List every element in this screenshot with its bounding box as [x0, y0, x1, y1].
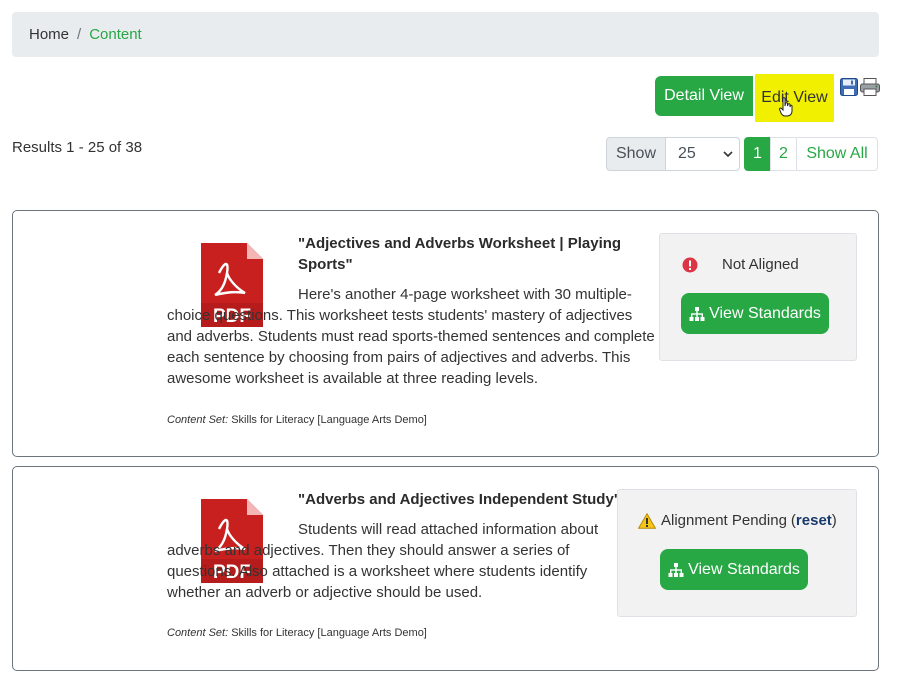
view-standards-button[interactable]: View Standards [660, 549, 808, 590]
alignment-panel: Alignment Pending (reset) View Standards [617, 489, 857, 617]
item-description: Here's another 4-page worksheet with 30 … [167, 286, 655, 387]
status-text: Not Aligned [722, 256, 799, 273]
status-text: Alignment Pending [661, 512, 787, 529]
error-icon [682, 257, 698, 272]
print-icon[interactable] [860, 78, 880, 96]
item-title[interactable]: "Adverbs and Adjectives Independent Stud… [298, 489, 628, 510]
content-card: PDF "Adverbs and Adjectives Independent … [12, 466, 879, 671]
sitemap-icon [668, 562, 684, 577]
page-size-group: Show 25 [606, 137, 740, 171]
pagination: 1 2 Show All [744, 137, 878, 171]
warning-icon [638, 512, 656, 529]
alignment-panel: Not Aligned View Standards [659, 233, 857, 361]
breadcrumb-current: Content [89, 26, 142, 43]
show-label: Show [606, 137, 666, 171]
page-2-button[interactable]: 2 [770, 137, 797, 171]
breadcrumb-home[interactable]: Home [29, 26, 69, 43]
detail-view-button[interactable]: Detail View [655, 76, 753, 116]
breadcrumb-separator: / [77, 26, 82, 43]
edit-view-button[interactable]: Edit View [755, 74, 834, 122]
hand-cursor-icon [779, 97, 793, 117]
item-description: Students will read attached information … [167, 521, 599, 601]
save-icon[interactable] [840, 78, 858, 96]
show-all-button[interactable]: Show All [796, 137, 878, 171]
alignment-status: Alignment Pending (reset) [638, 512, 837, 529]
reset-link[interactable]: reset [796, 512, 832, 529]
content-card: PDF "Adjectives and Adverbs Worksheet | … [12, 210, 879, 457]
chevron-down-icon [723, 151, 733, 158]
page-1-button[interactable]: 1 [744, 137, 771, 171]
breadcrumb: Home / Content [12, 12, 879, 57]
sitemap-icon [689, 306, 705, 321]
content-set: Content Set: Skills for Literacy [Langua… [167, 414, 427, 426]
alignment-status: Not Aligned [682, 256, 799, 273]
page-size-select[interactable]: 25 [666, 137, 740, 171]
item-title[interactable]: "Adjectives and Adverbs Worksheet | Play… [298, 233, 638, 275]
results-count: Results 1 - 25 of 38 [12, 139, 143, 156]
view-standards-button[interactable]: View Standards [681, 293, 829, 334]
page-size-value: 25 [678, 145, 696, 162]
content-set: Content Set: Skills for Literacy [Langua… [167, 627, 427, 639]
